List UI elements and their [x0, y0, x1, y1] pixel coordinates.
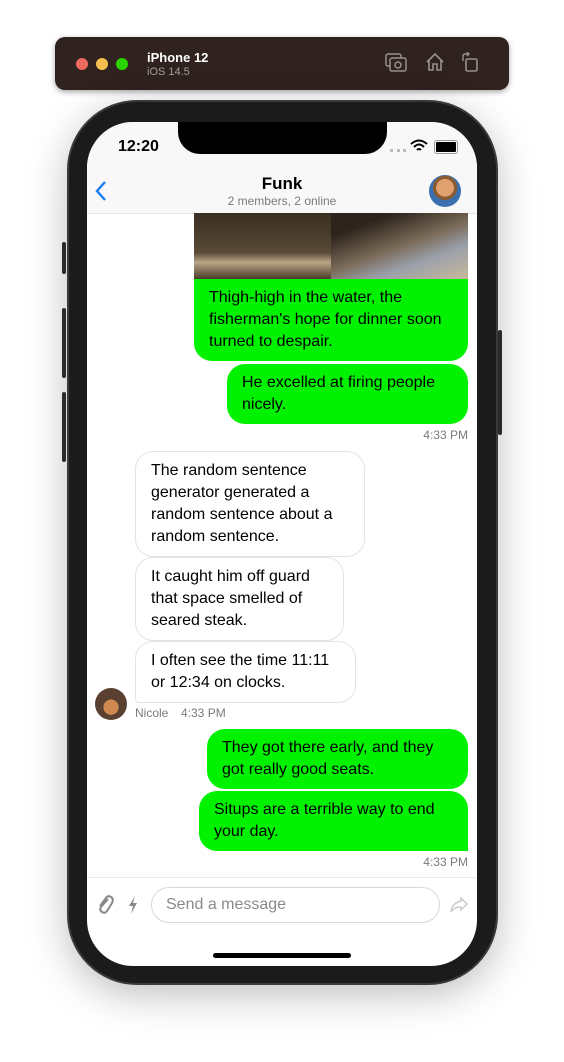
attachment-image[interactable]: [194, 213, 331, 279]
send-icon[interactable]: [449, 896, 469, 914]
message-bubble[interactable]: Thigh-high in the water, the fisherman's…: [194, 279, 468, 361]
message-bubble[interactable]: Situps are a terrible way to end your da…: [199, 791, 468, 851]
composer-divider: [87, 877, 477, 878]
channel-avatar[interactable]: [429, 175, 461, 207]
message-bubble[interactable]: He excelled at firing people nicely.: [227, 364, 468, 424]
notch: [178, 122, 387, 154]
message-bubble[interactable]: I often see the time 11:11 or 12:34 on c…: [135, 641, 356, 703]
signal-icon: [390, 149, 406, 155]
zoom-window-button[interactable]: [116, 58, 128, 70]
paperclip-icon[interactable]: [96, 894, 114, 916]
message-timestamp: 4:33 PM: [423, 428, 468, 442]
device-name: iPhone 12: [147, 50, 209, 65]
attachment-image[interactable]: [331, 213, 468, 279]
message-input[interactable]: Send a message: [151, 887, 440, 923]
user-avatar[interactable]: [95, 688, 127, 720]
simulator-toolbar: iPhone 12 iOS 14.5: [55, 37, 509, 90]
minimize-window-button[interactable]: [96, 58, 108, 70]
screenshot-icon[interactable]: [385, 53, 407, 73]
chat-subtitle: 2 members, 2 online: [227, 194, 337, 208]
volume-up-button: [62, 308, 66, 378]
status-time: 12:20: [118, 138, 159, 155]
power-button: [498, 330, 502, 435]
mute-switch: [62, 242, 66, 274]
chat-title: Funk: [261, 174, 303, 193]
message-author: Nicole: [135, 706, 169, 720]
home-indicator: [213, 953, 351, 958]
message-timestamp: 4:33 PM: [181, 706, 226, 720]
close-window-button[interactable]: [76, 58, 88, 70]
os-version: iOS 14.5: [147, 66, 190, 78]
message-bubble[interactable]: The random sentence generator generated …: [135, 451, 365, 557]
message-timestamp: 4:33 PM: [423, 855, 468, 869]
message-bubble[interactable]: It caught him off guard that space smell…: [135, 557, 344, 641]
wifi-icon: [410, 139, 428, 151]
home-icon[interactable]: [425, 52, 445, 72]
volume-down-button: [62, 392, 66, 462]
message-bubble[interactable]: They got there early, and they got reall…: [207, 729, 468, 789]
rotate-icon[interactable]: [460, 52, 480, 72]
back-chevron-icon[interactable]: [94, 180, 108, 202]
commands-bolt-icon[interactable]: [127, 895, 139, 915]
battery-icon: [434, 140, 458, 154]
